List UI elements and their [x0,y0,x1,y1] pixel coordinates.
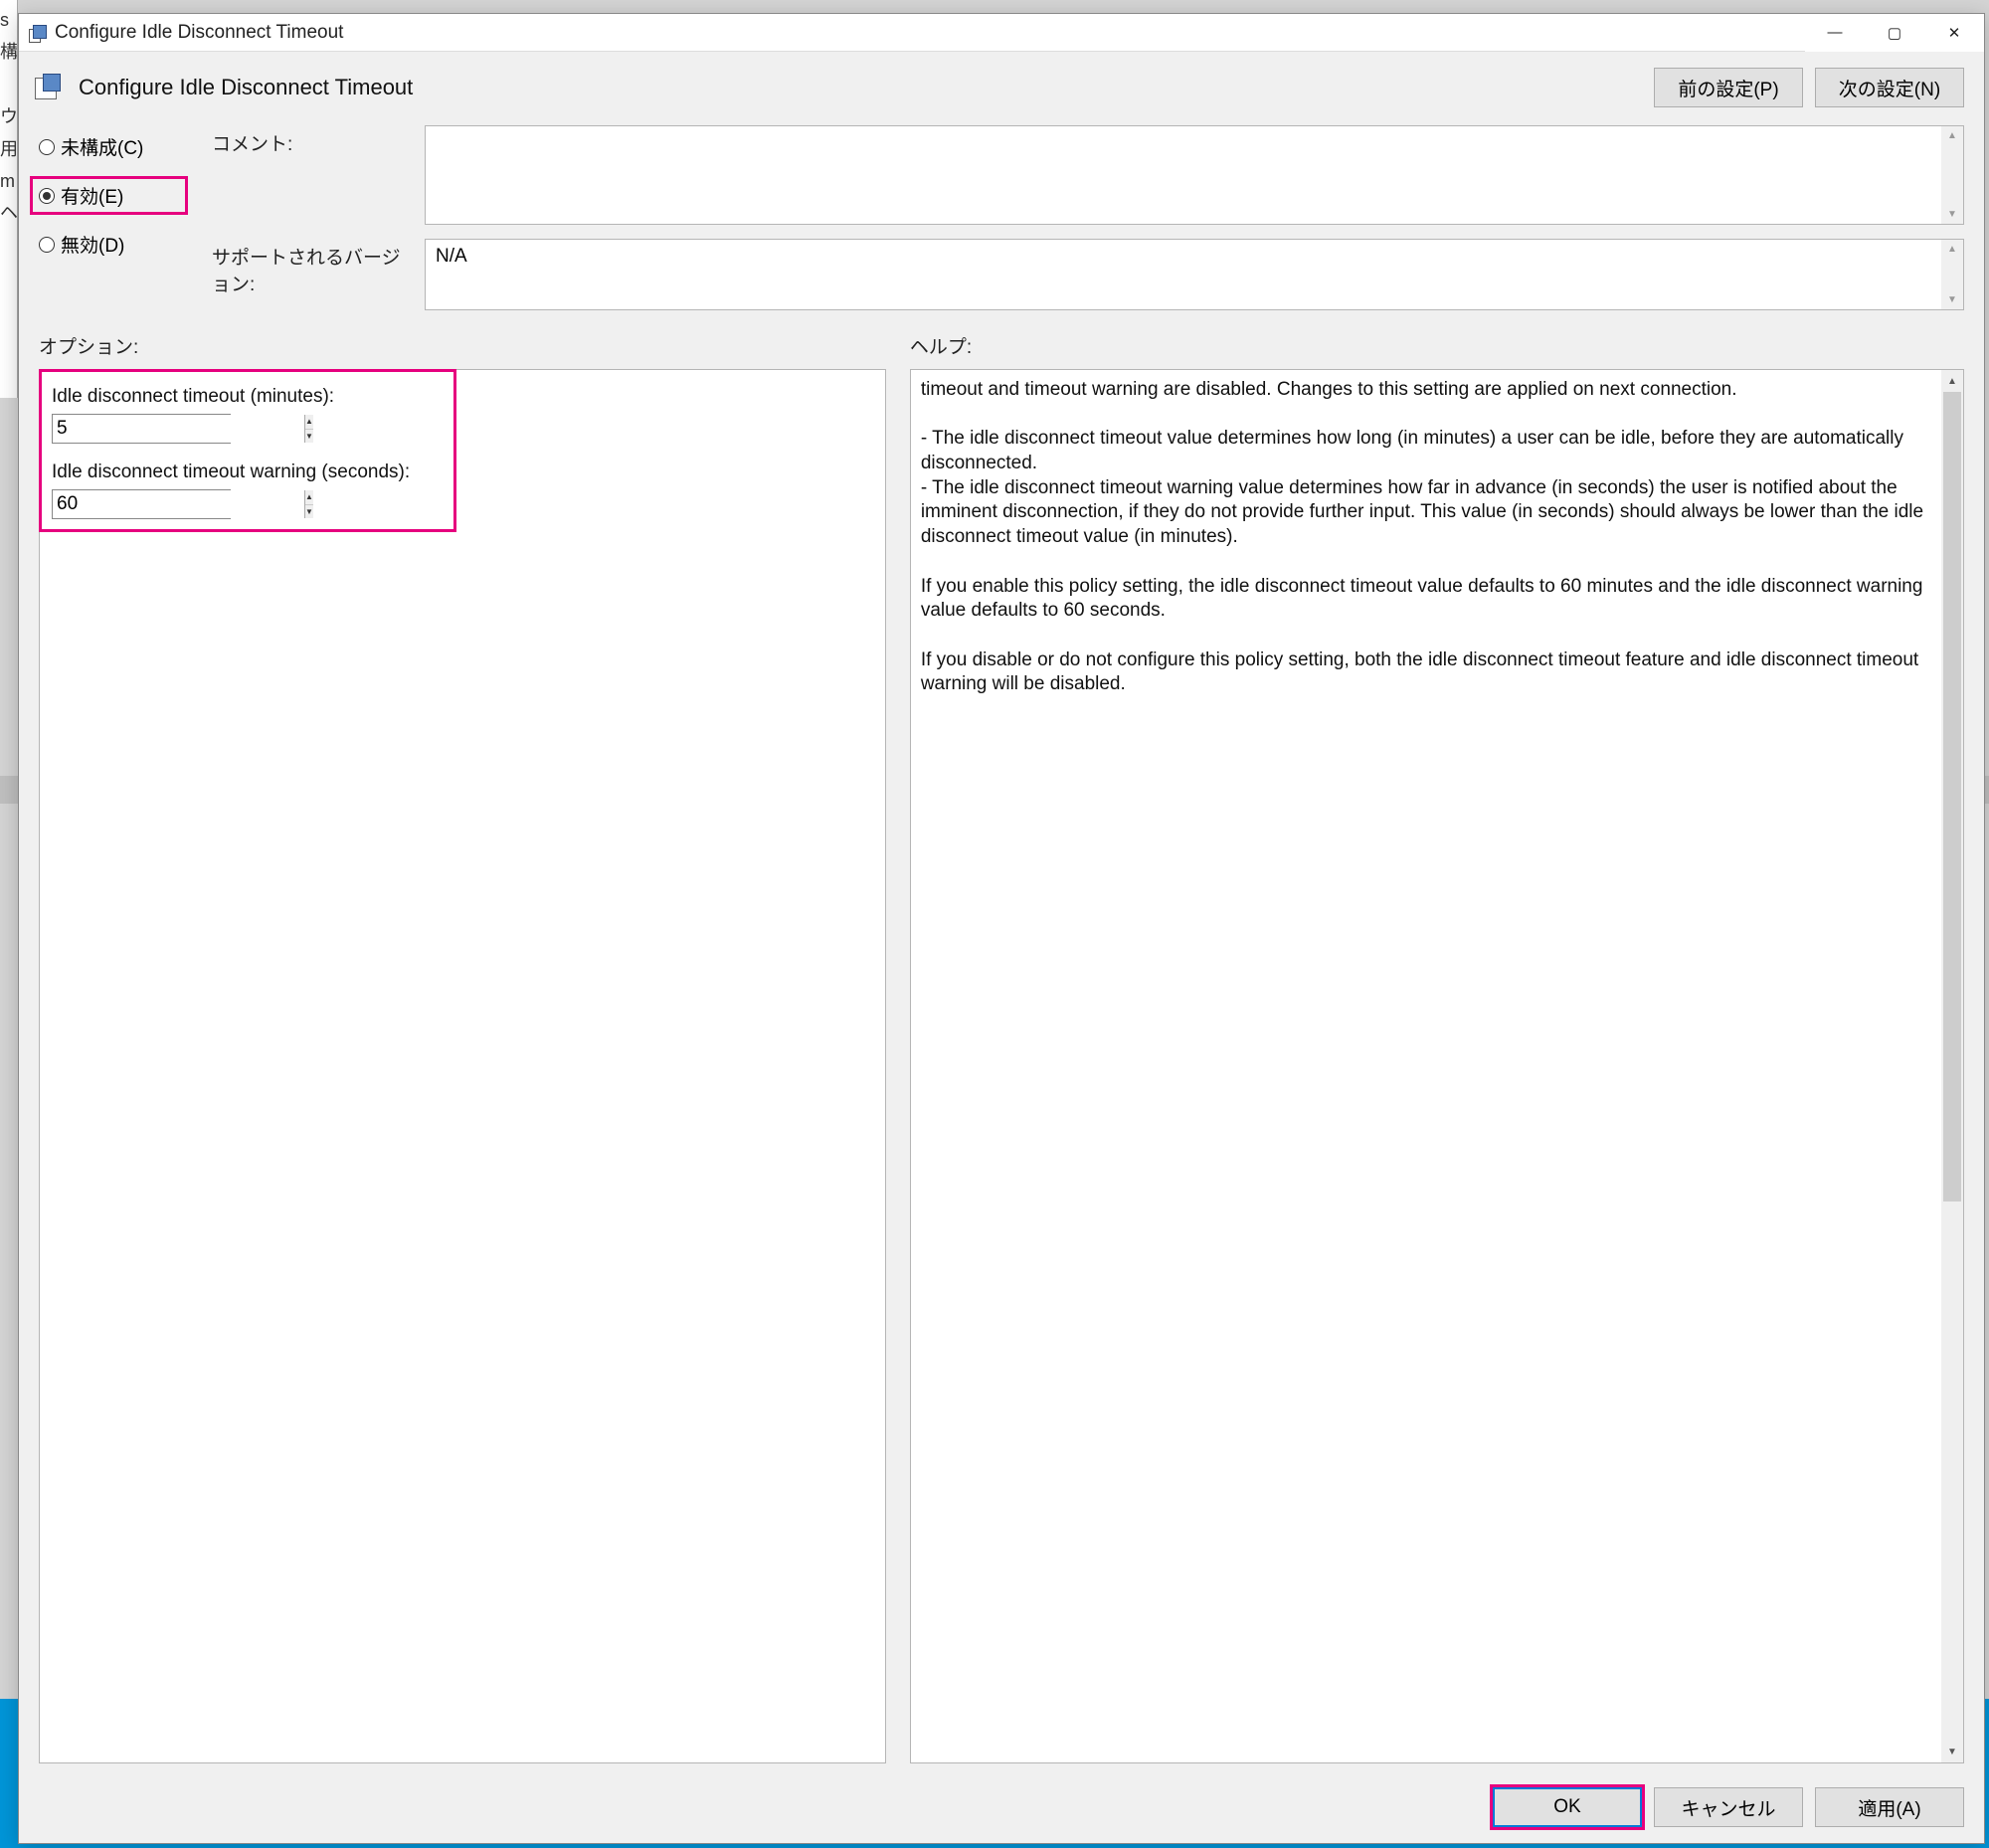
spinner-up-icon[interactable]: ▲ [305,415,313,430]
spinner-up-icon[interactable]: ▲ [305,490,313,505]
radio-enabled[interactable]: 有効(E) [30,176,188,215]
window-title: Configure Idle Disconnect Timeout [55,22,343,44]
idle-timeout-spinner[interactable]: ▲ ▼ [52,414,231,444]
scroll-up-icon[interactable]: ▲ [1947,126,1957,145]
radio-dot-icon [39,139,55,155]
idle-warning-input[interactable] [53,490,304,518]
comment-textarea[interactable]: ▲ ▼ [425,125,1964,225]
radio-disabled[interactable]: 無効(D) [39,231,188,258]
options-label: オプション: [39,332,886,359]
idle-timeout-label: Idle disconnect timeout (minutes): [52,386,444,408]
help-panel: timeout and timeout warning are disabled… [910,369,1964,1763]
idle-warning-spinner[interactable]: ▲ ▼ [52,489,231,519]
header-row: Configure Idle Disconnect Timeout 前の設定(P… [19,52,1984,117]
comment-label: コメント: [212,125,411,225]
state-radios: 未構成(C) 有効(E) 無効(D) [39,125,188,310]
radio-dot-icon [39,237,55,253]
state-row: 未構成(C) 有効(E) 無効(D) コメント: ▲ [19,117,1984,326]
titlebar[interactable]: Configure Idle Disconnect Timeout — ▢ ✕ [19,14,1984,52]
help-scrollbar[interactable]: ▲ ▼ [1941,370,1963,1762]
close-button[interactable]: ✕ [1924,14,1984,52]
help-label: ヘルプ: [910,332,1964,359]
scroll-track[interactable] [1941,392,1963,1741]
radio-not-configured[interactable]: 未構成(C) [39,133,188,160]
scroll-down-icon[interactable]: ▼ [1947,290,1957,309]
window-icon [27,23,47,43]
idle-timeout-input[interactable] [53,415,304,443]
section-labels: オプション: ヘルプ: [19,326,1984,369]
footer: OK キャンセル 適用(A) [19,1777,1984,1843]
ok-button[interactable]: OK [1493,1787,1642,1827]
background-fragment: s構 ウ用mヘ [0,0,18,398]
radio-dot-icon [39,188,55,204]
spinner-down-icon[interactable]: ▼ [305,430,313,444]
help-text: timeout and timeout warning are disabled… [911,370,1941,1762]
options-panel: Idle disconnect timeout (minutes): ▲ ▼ I… [39,369,886,1763]
maximize-button[interactable]: ▢ [1865,14,1924,52]
scroll-down-icon[interactable]: ▼ [1941,1741,1963,1762]
radio-label: 未構成(C) [61,133,143,160]
supported-scrollbar[interactable]: ▲ ▼ [1941,240,1963,309]
dialog-window: Configure Idle Disconnect Timeout — ▢ ✕ … [18,13,1985,1844]
previous-setting-button[interactable]: 前の設定(P) [1654,68,1803,107]
scroll-down-icon[interactable]: ▼ [1947,205,1957,224]
mid-fields: コメント: ▲ ▼ サポートされるバージョン: N/A ▲ ▼ [212,125,1964,310]
policy-icon [35,74,63,101]
apply-button[interactable]: 適用(A) [1815,1787,1964,1827]
supported-label: サポートされるバージョン: [212,239,411,310]
radio-label: 有効(E) [61,182,123,209]
radio-label: 無効(D) [61,231,124,258]
window-controls: — ▢ ✕ [1805,14,1984,52]
spinner-down-icon[interactable]: ▼ [305,505,313,519]
setting-title: Configure Idle Disconnect Timeout [79,75,413,100]
supported-field: N/A ▲ ▼ [425,239,1964,310]
next-setting-button[interactable]: 次の設定(N) [1815,68,1964,107]
scroll-up-icon[interactable]: ▲ [1941,370,1963,392]
scroll-up-icon[interactable]: ▲ [1947,240,1957,259]
scroll-thumb[interactable] [1943,392,1961,1201]
content: Configure Idle Disconnect Timeout 前の設定(P… [19,52,1984,1843]
cancel-button[interactable]: キャンセル [1654,1787,1803,1827]
comment-scrollbar[interactable]: ▲ ▼ [1941,126,1963,224]
idle-warning-label: Idle disconnect timeout warning (seconds… [52,462,444,483]
minimize-button[interactable]: — [1805,14,1865,52]
panels: Idle disconnect timeout (minutes): ▲ ▼ I… [19,369,1984,1777]
supported-value: N/A [436,246,467,268]
options-highlight: Idle disconnect timeout (minutes): ▲ ▼ I… [39,369,456,532]
